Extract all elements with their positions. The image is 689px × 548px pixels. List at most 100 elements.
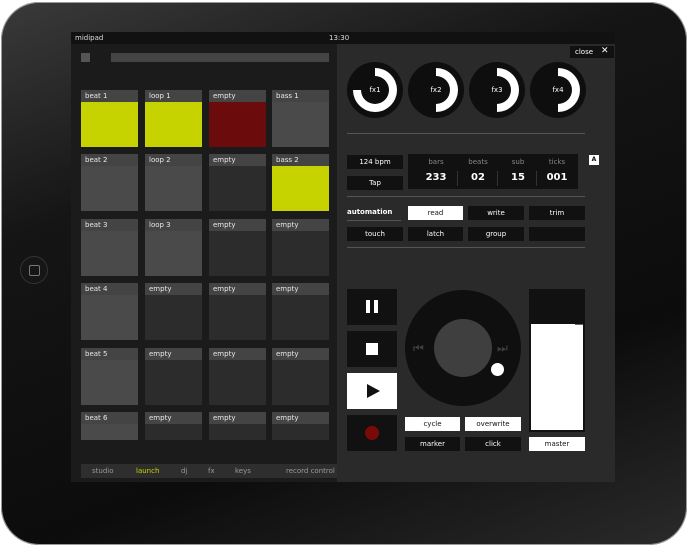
clip-pad-body[interactable] — [81, 360, 138, 405]
master-fader[interactable] — [529, 289, 585, 432]
bpm-display: 124 bpm — [347, 155, 403, 169]
clip-pad[interactable]: empty — [209, 412, 266, 440]
clip-pad-label: bass 2 — [272, 154, 329, 166]
play-button[interactable] — [347, 373, 397, 409]
click-button[interactable]: click — [465, 437, 521, 451]
clip-pad[interactable]: empty — [209, 154, 266, 211]
clip-pad-label: empty — [209, 412, 266, 424]
clip-pad-body[interactable] — [272, 166, 329, 211]
clip-pad[interactable]: empty — [272, 283, 329, 340]
clip-pad[interactable]: beat 2 — [81, 154, 138, 211]
tap-button[interactable]: Tap — [347, 176, 403, 190]
skip-forward-icon[interactable]: ⏭ — [497, 341, 508, 356]
fx4-knob[interactable]: fx4 — [530, 62, 586, 118]
clip-pad[interactable]: bass 1 — [272, 90, 329, 147]
record-button[interactable] — [347, 415, 397, 451]
tab-record-control[interactable]: record control — [274, 464, 337, 478]
clip-pad-body[interactable] — [81, 295, 138, 340]
clip-pad-body[interactable] — [81, 424, 138, 440]
group-button[interactable]: group — [468, 227, 524, 241]
menu-square[interactable] — [81, 53, 90, 62]
beats-header: beats — [468, 158, 488, 166]
clip-pad[interactable]: empty — [272, 412, 329, 440]
tab-fx[interactable]: fx — [208, 467, 215, 475]
clip-pad-body[interactable] — [272, 360, 329, 405]
skip-back-icon[interactable]: ⏮ — [413, 341, 424, 356]
master-button[interactable]: master — [529, 437, 585, 451]
tab-launch[interactable]: launch — [136, 467, 159, 475]
clip-pad-label: beat 6 — [81, 412, 138, 424]
cycle-button[interactable]: cycle — [405, 417, 460, 431]
close-button[interactable]: close ✕ — [570, 46, 614, 58]
clip-pad[interactable]: beat 1 — [81, 90, 138, 147]
clip-pad[interactable]: loop 3 — [145, 219, 202, 276]
latch-button[interactable]: latch — [408, 227, 463, 241]
jog-wheel-handle[interactable] — [491, 363, 504, 376]
clip-pad[interactable]: beat 6 — [81, 412, 138, 440]
clip-pad-body[interactable] — [209, 360, 266, 405]
launch-panel: beat 1 loop 1 empty bass 1 beat 2 loop 2 empty… — [71, 44, 337, 482]
jog-wheel[interactable]: ⏮ ⏭ — [405, 290, 521, 406]
fader-tick — [575, 324, 583, 325]
stop-button[interactable] — [347, 331, 397, 367]
home-button[interactable] — [20, 256, 48, 284]
pause-button[interactable] — [347, 289, 397, 325]
clip-pad[interactable]: empty — [209, 348, 266, 405]
clip-pad[interactable]: bass 2 — [272, 154, 329, 211]
clip-pad-body[interactable] — [145, 102, 202, 147]
clip-pad[interactable]: empty — [145, 348, 202, 405]
trim-button[interactable]: trim — [529, 206, 585, 220]
fx3-knob[interactable]: fx3 — [469, 62, 525, 118]
scroll-bar[interactable] — [111, 53, 329, 62]
ipad-frame: midipad 13:30 beat 1 loop 1 empty bass 1 bea… — [1, 2, 687, 545]
ticks-value: 001 — [546, 172, 568, 183]
clip-pad-body[interactable] — [145, 231, 202, 276]
clip-pad[interactable]: empty — [209, 219, 266, 276]
clip-pad-body[interactable] — [145, 360, 202, 405]
empty-auto-button[interactable] — [529, 227, 585, 241]
clip-pad[interactable]: empty — [272, 348, 329, 405]
clip-pad-label: empty — [209, 154, 266, 166]
close-icon: ✕ — [601, 46, 609, 56]
clip-pad-body[interactable] — [81, 102, 138, 147]
jog-wheel-center[interactable] — [434, 319, 492, 377]
clip-pad[interactable]: empty — [145, 412, 202, 440]
clip-pad-body[interactable] — [209, 295, 266, 340]
clip-pad-body[interactable] — [145, 295, 202, 340]
clip-pad[interactable]: empty — [145, 283, 202, 340]
clip-pad-body[interactable] — [81, 231, 138, 276]
clip-pad[interactable]: beat 4 — [81, 283, 138, 340]
divider — [347, 133, 585, 134]
clip-pad-body[interactable] — [145, 424, 202, 440]
clip-pad-body[interactable] — [272, 424, 329, 440]
clip-pad-body[interactable] — [145, 166, 202, 211]
bars-header: bars — [428, 158, 444, 166]
overwrite-button[interactable]: overwrite — [465, 417, 521, 431]
clip-pad-body[interactable] — [272, 102, 329, 147]
marker-button[interactable]: marker — [405, 437, 460, 451]
clip-pad-body[interactable] — [272, 295, 329, 340]
clip-pad-body[interactable] — [209, 102, 266, 147]
fx1-knob[interactable]: fx1 — [347, 62, 403, 118]
tab-studio[interactable]: studio — [92, 467, 114, 475]
clip-pad-body[interactable] — [272, 231, 329, 276]
tab-keys[interactable]: keys — [235, 467, 251, 475]
clip-pad[interactable]: loop 1 — [145, 90, 202, 147]
clip-pad[interactable]: empty — [209, 283, 266, 340]
clip-pad[interactable]: empty — [209, 90, 266, 147]
clip-pad-body[interactable] — [209, 424, 266, 440]
tab-dj[interactable]: dj — [181, 467, 187, 475]
fx2-knob[interactable]: fx2 — [408, 62, 464, 118]
clip-pad-body[interactable] — [209, 166, 266, 211]
clip-pad[interactable]: beat 5 — [81, 348, 138, 405]
write-button[interactable]: write — [468, 206, 524, 220]
clip-pad[interactable]: beat 3 — [81, 219, 138, 276]
clip-pad[interactable]: loop 2 — [145, 154, 202, 211]
a-badge[interactable]: A — [589, 155, 599, 165]
clip-pad-body[interactable] — [209, 231, 266, 276]
read-button[interactable]: read — [408, 206, 463, 220]
clip-pad-label: loop 3 — [145, 219, 202, 231]
clip-pad-body[interactable] — [81, 166, 138, 211]
clip-pad[interactable]: empty — [272, 219, 329, 276]
touch-button[interactable]: touch — [347, 227, 403, 241]
